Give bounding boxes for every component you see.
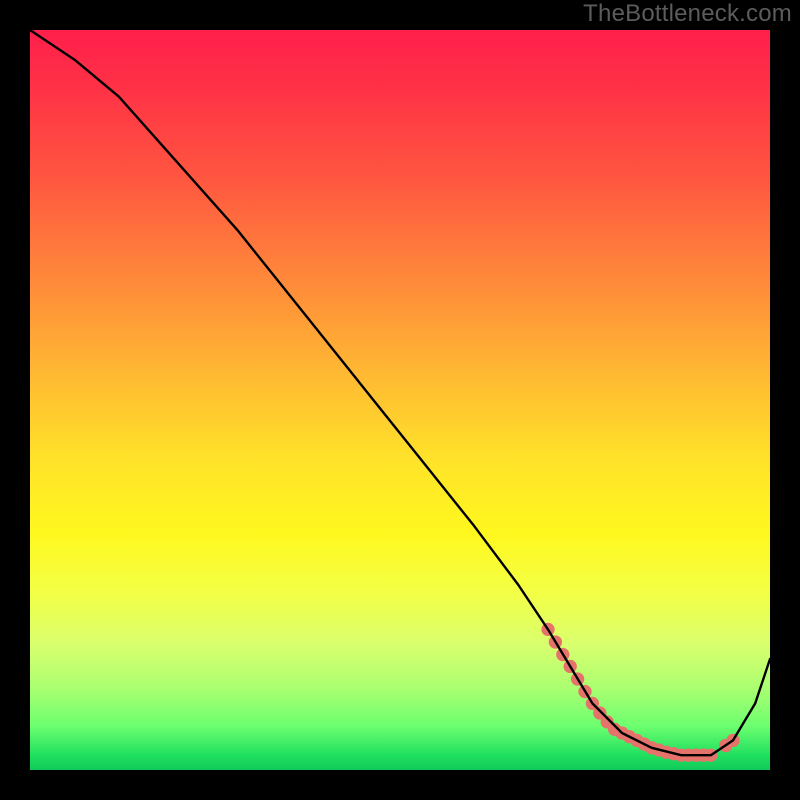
watermark-text: TheBottleneck.com <box>583 0 792 28</box>
chart-svg <box>30 30 770 770</box>
chart-frame: TheBottleneck.com <box>0 0 800 800</box>
curve-line <box>30 30 770 755</box>
plot-area <box>30 30 770 770</box>
